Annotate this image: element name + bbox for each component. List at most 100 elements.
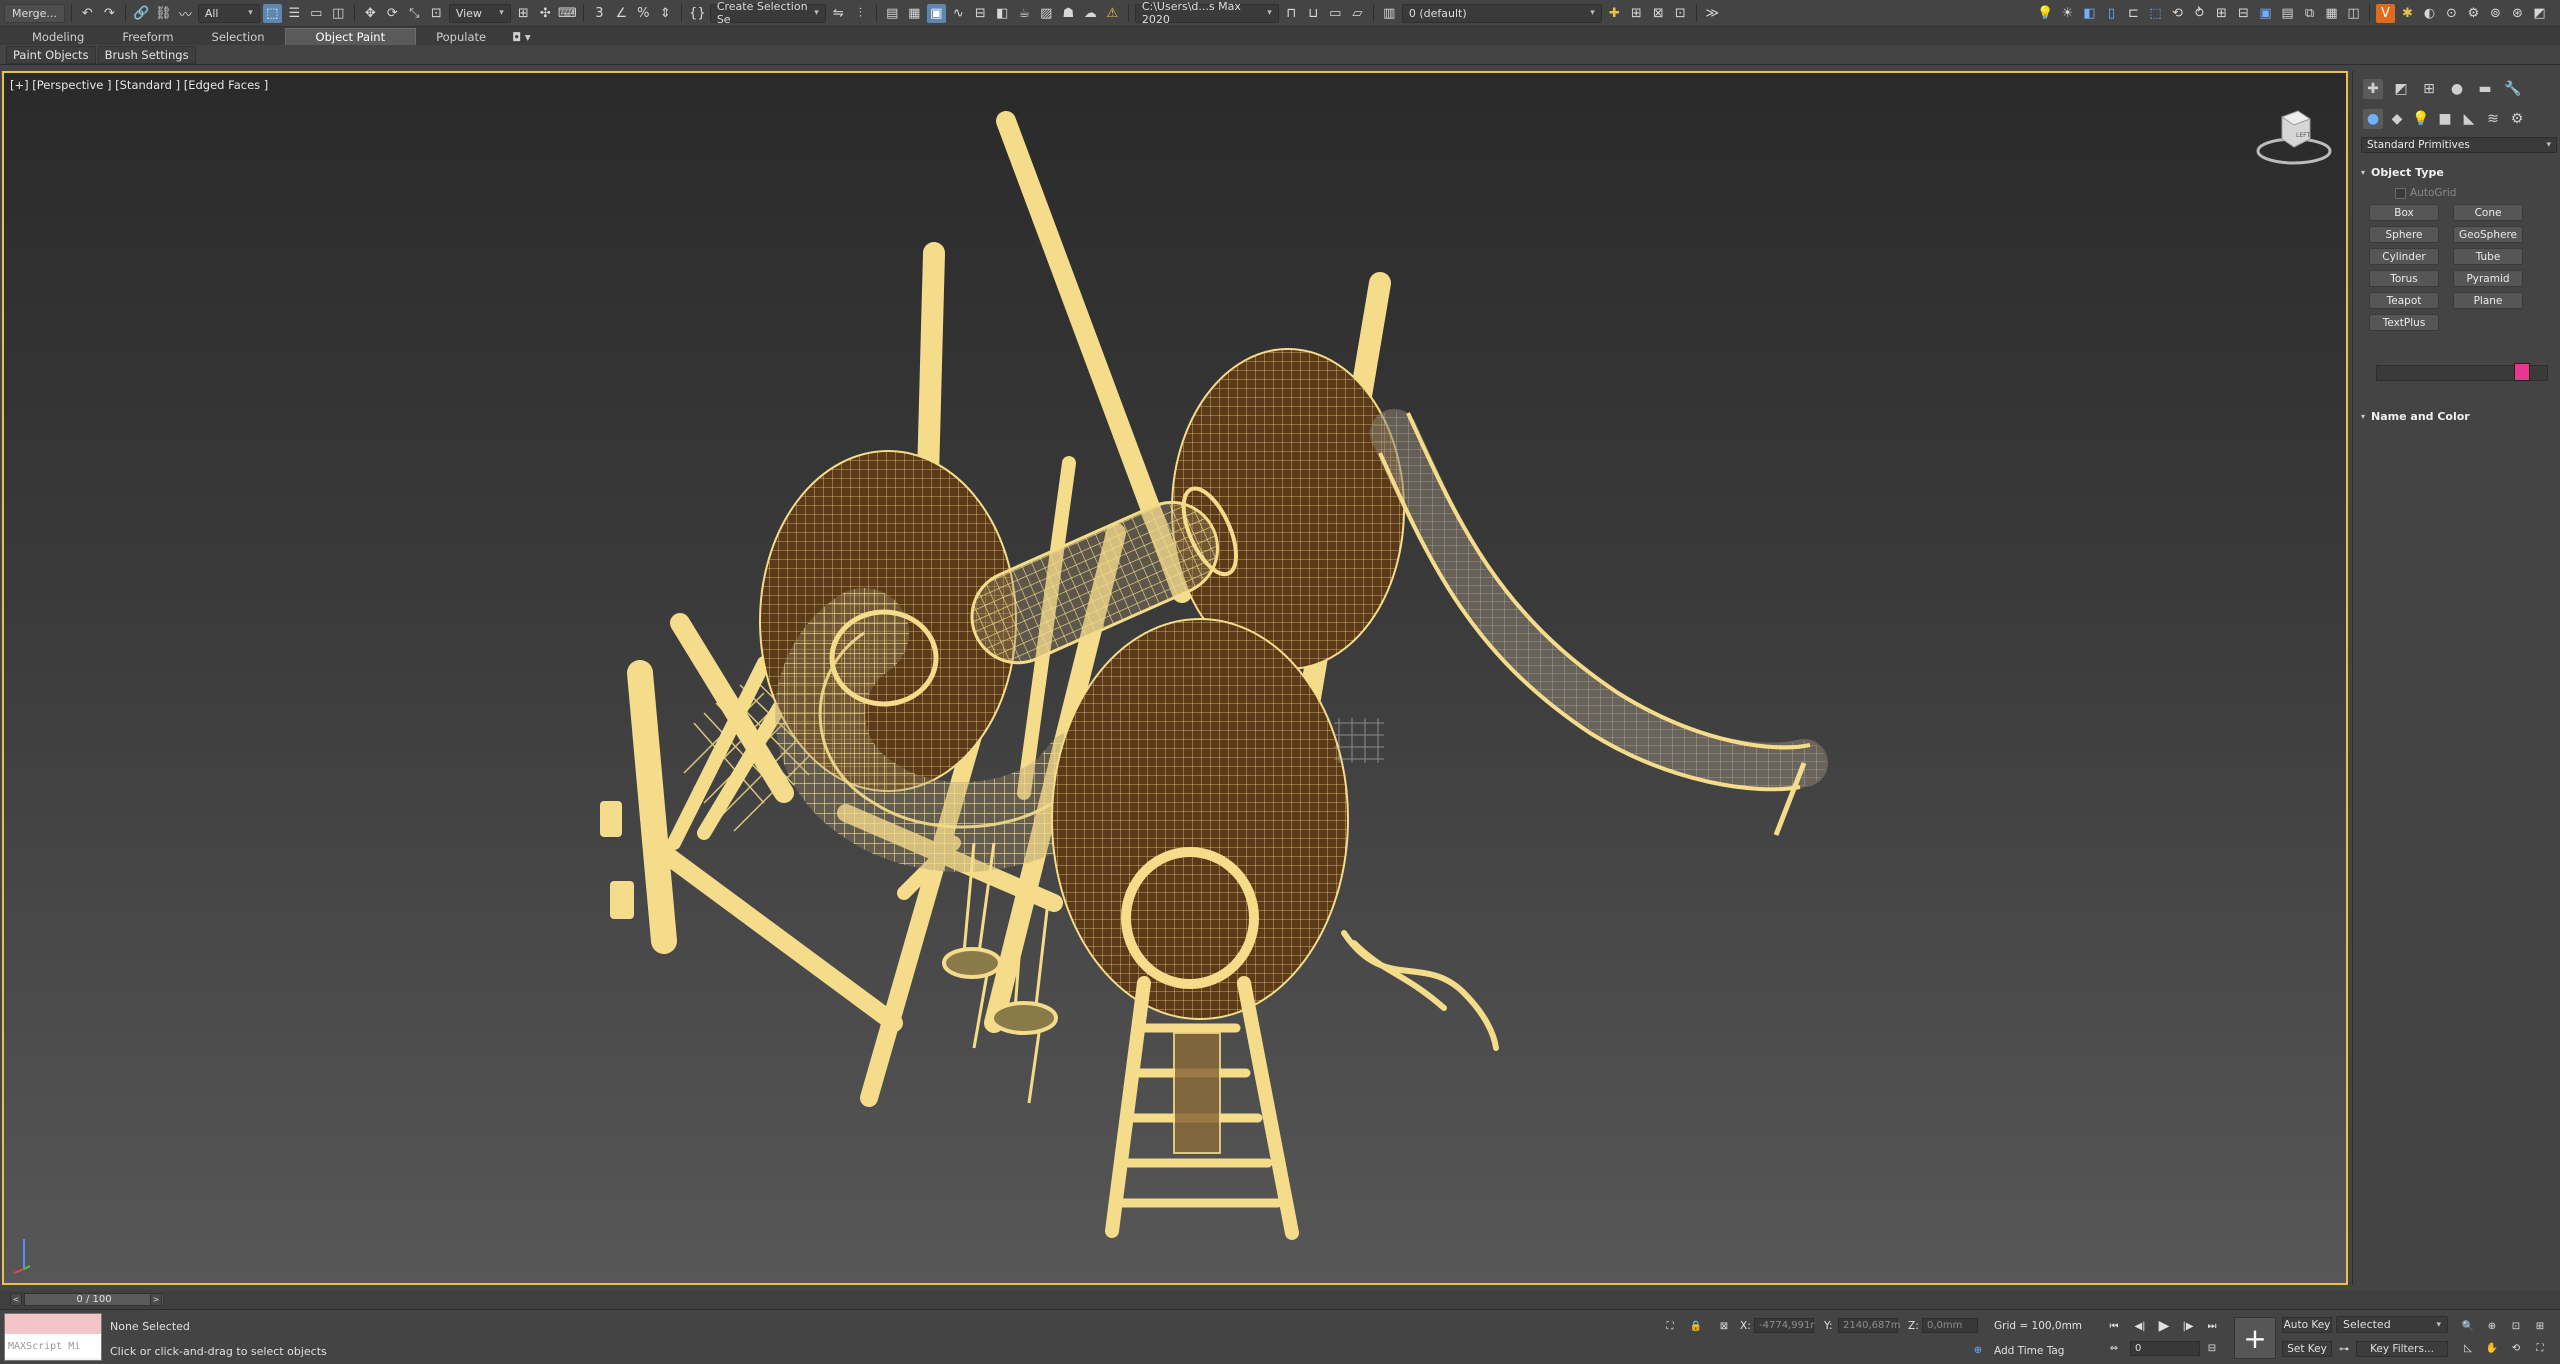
- goto-end-icon[interactable]: ⏭: [2204, 1318, 2220, 1334]
- unlink-icon[interactable]: ⛓: [154, 4, 173, 23]
- key-mode-icon[interactable]: ⇔: [2106, 1340, 2122, 1356]
- add-time-tag-button[interactable]: Add Time Tag: [1994, 1345, 2064, 1357]
- paint-objects-panel[interactable]: Paint Objects: [6, 45, 96, 64]
- scale-icon[interactable]: ⤡: [405, 4, 424, 23]
- mirror-icon[interactable]: ⇋: [829, 4, 848, 23]
- ribbon-toggle-icon[interactable]: ▣: [926, 3, 946, 23]
- maximize-viewport-icon[interactable]: ⛶: [2532, 1340, 2548, 1356]
- current-frame-field[interactable]: 0: [2130, 1341, 2200, 1356]
- maxscript-output[interactable]: [5, 1314, 101, 1334]
- time-next-button[interactable]: >: [150, 1293, 162, 1306]
- hierarchy-icon[interactable]: ⊞: [2419, 79, 2439, 99]
- time-tag-icon[interactable]: ⊕: [1970, 1342, 1986, 1358]
- time-config-icon[interactable]: ⊟: [2204, 1340, 2220, 1356]
- placement-icon[interactable]: ⊡: [427, 4, 446, 23]
- grid-icon[interactable]: ⊞: [2212, 4, 2231, 23]
- rotate-icon[interactable]: ⟳: [383, 4, 402, 23]
- render-frame-icon[interactable]: ▨: [1037, 4, 1056, 23]
- panel-icon[interactable]: ▤: [2278, 4, 2297, 23]
- autogrid-checkbox[interactable]: [2395, 187, 2406, 199]
- material-editor-icon[interactable]: ◧: [993, 4, 1012, 23]
- pan-icon[interactable]: ✋: [2484, 1340, 2500, 1356]
- curve-editor-icon[interactable]: ∿: [949, 4, 968, 23]
- vray-camera-icon[interactable]: ⊚: [2486, 4, 2505, 23]
- project-set-icon[interactable]: ⊔: [1304, 4, 1323, 23]
- select-by-name-icon[interactable]: ☰: [285, 4, 304, 23]
- vray-material-icon[interactable]: ◐: [2420, 4, 2439, 23]
- display-icon[interactable]: ▬: [2475, 79, 2495, 99]
- layer-explorer-icon[interactable]: ▤: [883, 4, 902, 23]
- render-online-icon[interactable]: ☁: [1081, 4, 1100, 23]
- geosphere-button[interactable]: GeoSphere: [2453, 226, 2523, 243]
- layer-manager-icon[interactable]: ▥: [1380, 4, 1399, 23]
- project-folder-dropdown[interactable]: C:\Users\d...s Max 2020: [1134, 0, 1279, 26]
- x-coordinate-field[interactable]: -4774,991r: [1754, 1318, 1814, 1333]
- cylinder-button[interactable]: Cylinder: [2369, 248, 2439, 265]
- textplus-button[interactable]: TextPlus: [2369, 314, 2439, 331]
- window-crossing-icon[interactable]: ◫: [329, 4, 348, 23]
- object-color-swatch[interactable]: [2514, 363, 2530, 381]
- create-icon[interactable]: ✚: [2363, 79, 2383, 99]
- autogrid-checkbox-row[interactable]: AutoGrid: [2395, 187, 2456, 199]
- light-bulb-icon[interactable]: 💡: [2036, 4, 2055, 23]
- pivot-icon[interactable]: ⊞: [514, 4, 533, 23]
- key-selection-dropdown[interactable]: Selected: [2336, 1316, 2448, 1333]
- time-slider[interactable]: 0 / 100: [24, 1293, 164, 1306]
- named-selection-dropdown[interactable]: Create Selection Se: [709, 0, 826, 26]
- perspective-viewport[interactable]: [+] [Perspective ] [Standard ] [Edged Fa…: [2, 71, 2348, 1285]
- angle-snap-icon[interactable]: ∠: [612, 4, 631, 23]
- select-layer-icon[interactable]: ⊠: [1649, 4, 1668, 23]
- time-prev-button[interactable]: <: [10, 1293, 22, 1306]
- move-icon[interactable]: ✥: [361, 4, 380, 23]
- lights-icon[interactable]: 💡: [2411, 109, 2431, 129]
- tab-freeform[interactable]: Freeform: [104, 29, 191, 45]
- y-coordinate-field[interactable]: 2140,687m: [1838, 1318, 1900, 1333]
- space-warps-icon[interactable]: ≋: [2483, 109, 2503, 129]
- sun-icon[interactable]: ☀: [2058, 4, 2077, 23]
- name-color-rollout-header[interactable]: ▾ Name and Color: [2361, 408, 2557, 424]
- playground-wireframe-scene[interactable]: [4, 73, 2346, 1283]
- chart-icon[interactable]: ▦: [2322, 4, 2341, 23]
- shapes-icon[interactable]: ◆: [2387, 109, 2407, 129]
- box-button[interactable]: Box: [2369, 204, 2439, 221]
- warning-icon[interactable]: ⚠: [1103, 4, 1122, 23]
- zoom-extents-icon[interactable]: ⊡: [2508, 1318, 2524, 1334]
- orbit-icon[interactable]: ⟲: [2508, 1340, 2524, 1356]
- view-icon[interactable]: ▣: [2256, 4, 2275, 23]
- refresh-icon[interactable]: ⟲: [2168, 4, 2187, 23]
- set-key-big-button[interactable]: +: [2234, 1317, 2276, 1359]
- prev-frame-icon[interactable]: ◀|: [2132, 1318, 2148, 1334]
- redo-icon[interactable]: ↷: [100, 4, 119, 23]
- align-icon[interactable]: ⫶: [851, 4, 870, 23]
- vray-frame-buffer-icon[interactable]: ◩: [2530, 4, 2549, 23]
- ribbon-options-icon[interactable]: ◘ ▾: [506, 29, 537, 45]
- project-icon[interactable]: ⊓: [1282, 4, 1301, 23]
- percent-snap-icon[interactable]: %: [634, 4, 653, 23]
- maxscript-input[interactable]: MAXScript Mi: [5, 1334, 101, 1358]
- selection-filter-dropdown[interactable]: All: [197, 3, 260, 23]
- zoom-all-icon[interactable]: ⊕: [2484, 1318, 2500, 1334]
- expand-toolbar-icon[interactable]: ≫: [1703, 4, 1722, 23]
- tab-object-paint[interactable]: Object Paint: [284, 28, 417, 45]
- folder-icon[interactable]: ▭: [1326, 4, 1345, 23]
- torus-button[interactable]: Torus: [2369, 270, 2439, 287]
- link-icon[interactable]: 🔗: [132, 4, 151, 23]
- align-view-icon[interactable]: ⊏: [2124, 4, 2143, 23]
- next-frame-icon[interactable]: |▶: [2180, 1318, 2196, 1334]
- render-icon[interactable]: ☗: [1059, 4, 1078, 23]
- field-of-view-icon[interactable]: ◺: [2460, 1340, 2476, 1356]
- cameras-icon[interactable]: ■: [2435, 109, 2455, 129]
- create-layer-icon[interactable]: ✚: [1605, 4, 1624, 23]
- vray-settings-icon[interactable]: ⚙: [2464, 4, 2483, 23]
- viewport-single-icon[interactable]: ▯: [2102, 4, 2121, 23]
- schematic-view-icon[interactable]: ⊟: [971, 4, 990, 23]
- set-key-button[interactable]: Set Key: [2282, 1341, 2332, 1357]
- vray-light-icon[interactable]: ✱: [2398, 4, 2417, 23]
- geometry-icon[interactable]: ●: [2363, 109, 2383, 129]
- key-filter-icon[interactable]: ⊶: [2336, 1341, 2352, 1357]
- maxscript-listener[interactable]: MAXScript Mi: [4, 1313, 102, 1361]
- goto-start-icon[interactable]: ⏮: [2106, 1318, 2122, 1334]
- undo-icon[interactable]: ↶: [78, 4, 97, 23]
- folder-open-icon[interactable]: ▱: [1348, 4, 1367, 23]
- motion-icon[interactable]: ●: [2447, 79, 2467, 99]
